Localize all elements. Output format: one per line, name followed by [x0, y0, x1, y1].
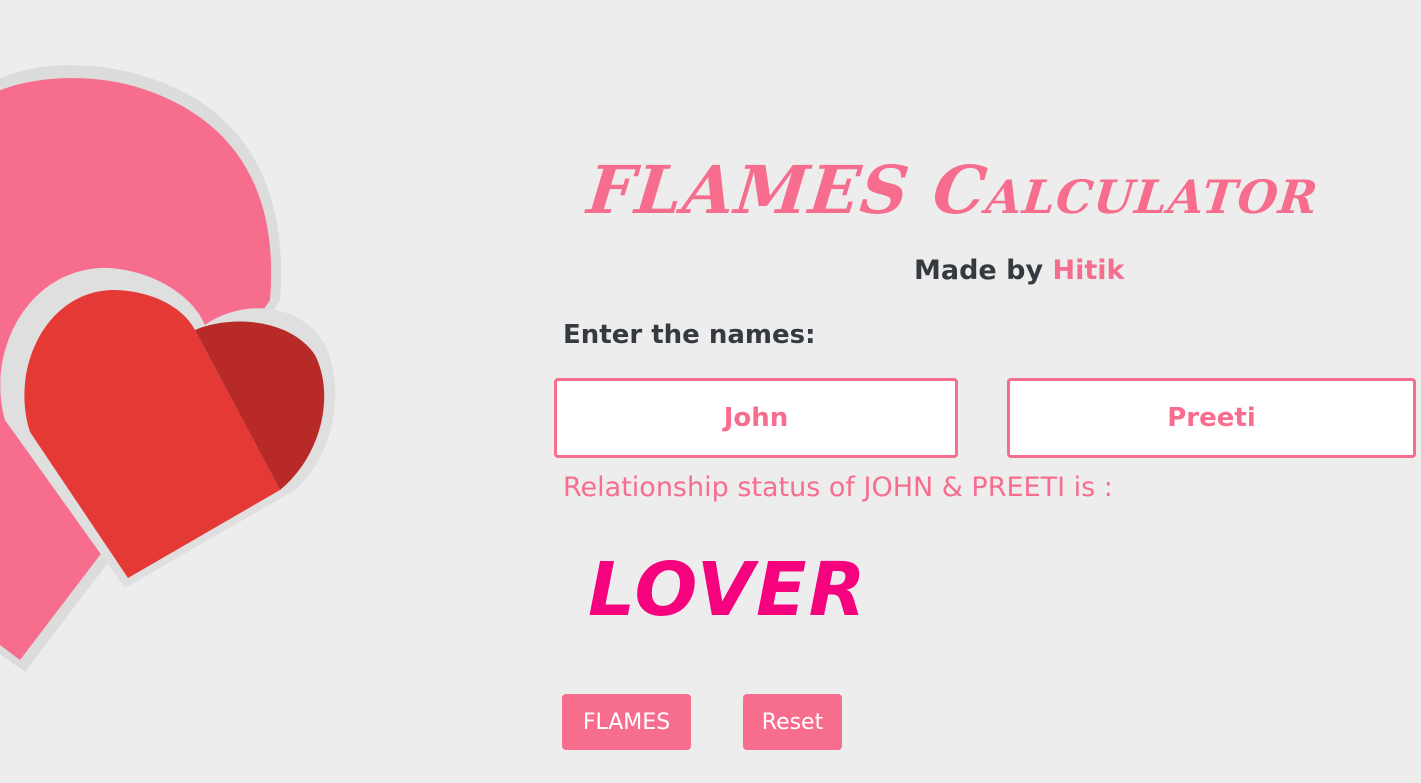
- relationship-status-text: Relationship status of JOHN & PREETI is …: [563, 472, 1113, 503]
- title-calculator: Calculator: [929, 151, 1323, 229]
- title-flames: FLAMES: [583, 151, 938, 229]
- names-label: Enter the names:: [563, 320, 816, 350]
- name2-input[interactable]: [1007, 378, 1416, 458]
- author-link[interactable]: Hitik: [1052, 255, 1124, 286]
- byline: Made by Hitik: [914, 254, 1124, 288]
- result-value: LOVER: [588, 547, 868, 633]
- main-content: FLAMES Calculator Made by Hitik Enter th…: [0, 0, 1421, 783]
- reset-button[interactable]: Reset: [743, 694, 842, 750]
- byline-prefix: Made by: [914, 255, 1053, 286]
- page-title: FLAMES Calculator: [584, 150, 1392, 230]
- name1-input[interactable]: [554, 378, 958, 458]
- flames-button[interactable]: FLAMES: [562, 694, 691, 750]
